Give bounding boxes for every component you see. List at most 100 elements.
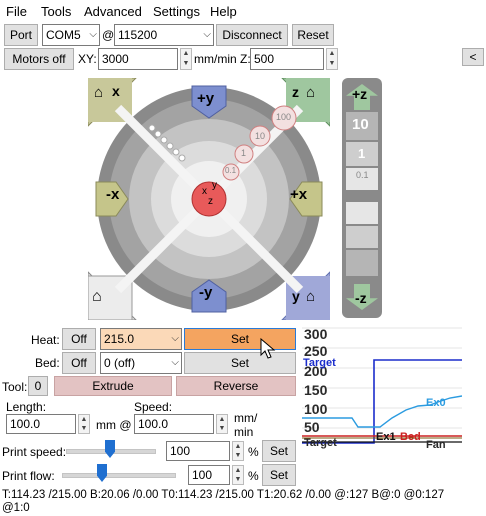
print-flow-thumb[interactable]: [97, 464, 107, 482]
z-jog-column[interactable]: [342, 78, 382, 318]
baud-select[interactable]: 115200 ⌵: [114, 24, 214, 46]
extrude-button[interactable]: Extrude: [54, 376, 172, 396]
z-step-10-label: 10: [352, 116, 369, 133]
mouse-cursor-icon: [260, 338, 276, 359]
print-speed-spinner[interactable]: ▲ ▼: [232, 441, 244, 461]
length-spinner[interactable]: ▲ ▼: [78, 414, 90, 434]
minus-z-label: -z: [355, 290, 367, 306]
heat-label: Heat:: [31, 333, 60, 347]
plus-z-label: +z: [352, 86, 368, 102]
xy-speed-spinner[interactable]: ▲ ▼: [180, 48, 192, 70]
z-speed-spinner[interactable]: ▲ ▼: [326, 48, 338, 70]
bed-off-button[interactable]: Off: [62, 352, 96, 374]
heat-set-button[interactable]: Set: [184, 328, 296, 350]
chevron-down-icon: ⌵: [171, 333, 179, 344]
step-0-1-label: 0.1: [225, 166, 237, 175]
heat-value: 215.0: [104, 332, 135, 346]
reset-button[interactable]: Reset: [292, 24, 334, 46]
chevron-down-icon: ⌵: [89, 29, 97, 40]
center-y-label: y: [212, 180, 217, 191]
print-flow-input[interactable]: 100: [188, 465, 230, 485]
bed-value: 0 (off): [104, 356, 136, 370]
chevron-down-icon: ⌵: [171, 357, 179, 368]
reverse-button[interactable]: Reverse: [176, 376, 296, 396]
target-legend-bottom: Target: [304, 437, 337, 449]
target-legend-top: Target: [303, 357, 336, 369]
z-step-1-label: 1: [358, 146, 366, 161]
print-speed-thumb[interactable]: [105, 440, 115, 458]
speed-unit-mm: mm/: [234, 411, 258, 425]
home-icon: ⌂: [306, 84, 316, 101]
menu-tools[interactable]: Tools: [41, 4, 71, 19]
ex0-legend: Ex0: [426, 397, 446, 409]
bed-legend: Bed: [400, 431, 421, 443]
fan-legend: Fan: [426, 439, 446, 451]
print-flow-unit: %: [248, 469, 259, 483]
minus-x-label: -x: [106, 186, 120, 203]
home-icon: ⌂: [306, 288, 316, 305]
xy-label: XY:: [78, 52, 97, 66]
speed-input[interactable]: 100.0: [134, 414, 214, 434]
plus-x-label: +x: [290, 186, 308, 203]
length-label: Length:: [6, 400, 47, 414]
y-tick-150: 150: [304, 382, 328, 398]
disconnect-button[interactable]: Disconnect: [216, 24, 288, 46]
chevron-down-icon: ⌵: [203, 29, 211, 40]
heat-off-button[interactable]: Off: [62, 328, 96, 350]
print-speed-input[interactable]: 100: [166, 441, 230, 461]
status-line-2: @1:0: [2, 502, 30, 514]
y-tick-50: 50: [304, 419, 320, 435]
motors-off-button[interactable]: Motors off: [4, 48, 74, 70]
print-flow-spinner[interactable]: ▲ ▼: [232, 465, 244, 485]
home-all-icon: ⌂: [92, 288, 102, 305]
bed-select[interactable]: 0 (off) ⌵: [100, 352, 182, 374]
ex1-legend: Ex1: [376, 431, 396, 443]
menu-advanced[interactable]: Advanced: [84, 4, 142, 19]
center-x-label: x: [202, 186, 207, 197]
center-z-label: z: [208, 196, 213, 207]
print-flow-label: Print flow:: [2, 469, 55, 483]
xy-speed-input[interactable]: 3000: [98, 48, 178, 70]
baud-value: 115200: [118, 28, 158, 42]
step-10-label: 10: [255, 131, 266, 141]
bed-set-button[interactable]: Set: [184, 352, 296, 374]
y-tick-100: 100: [304, 401, 328, 417]
step-100-label: 100: [276, 112, 292, 122]
tool-button[interactable]: 0: [28, 376, 48, 396]
minus-y-label: -y: [199, 284, 213, 301]
menu-settings[interactable]: Settings: [153, 4, 200, 19]
home-y-label: y: [292, 288, 300, 304]
z-step-0-1-label: 0.1: [356, 170, 369, 180]
home-z-label: z: [292, 84, 299, 100]
at-label: @: [102, 28, 115, 42]
mm-at-label: mm @: [96, 418, 132, 432]
port-select[interactable]: COM5 ⌵: [42, 24, 100, 46]
collapse-button[interactable]: <: [462, 48, 484, 66]
speed-unit-label: mm/min Z:: [194, 52, 251, 66]
port-value: COM5: [46, 28, 81, 42]
print-speed-label: Print speed:: [2, 445, 67, 459]
menu-bar: File Tools Advanced Settings Help: [0, 0, 486, 22]
speed-label: Speed:: [134, 400, 173, 414]
print-flow-track[interactable]: [62, 473, 176, 478]
menu-file[interactable]: File: [6, 4, 27, 19]
heat-select[interactable]: 215.0 ⌵: [100, 328, 182, 350]
z-speed-input[interactable]: 500: [250, 48, 324, 70]
home-icon: ⌂: [94, 84, 104, 101]
length-input[interactable]: 100.0: [6, 414, 76, 434]
plus-y-label: +y: [197, 90, 215, 107]
home-x-label: x: [112, 83, 120, 99]
bed-label: Bed:: [35, 356, 60, 370]
y-tick-300: 300: [304, 326, 328, 342]
status-line-1: T:114.23 /215.00 B:20.06 /0.00 T0:114.23…: [2, 489, 445, 501]
speed-spinner[interactable]: ▲ ▼: [216, 414, 228, 434]
port-button[interactable]: Port: [4, 24, 38, 46]
z-step-down-10[interactable]: [346, 250, 378, 276]
z-step-down-0-1[interactable]: [346, 202, 378, 224]
speed-unit-min: min: [234, 425, 254, 439]
print-speed-set-button[interactable]: Set: [262, 440, 296, 462]
print-flow-set-button[interactable]: Set: [262, 464, 296, 486]
menu-help[interactable]: Help: [210, 4, 237, 19]
print-speed-unit: %: [248, 445, 259, 459]
z-step-down-1[interactable]: [346, 226, 378, 248]
